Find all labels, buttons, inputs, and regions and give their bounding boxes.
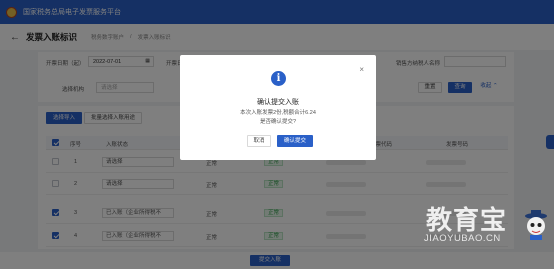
dialog-message: 本次入账发票2份,税额合计6.24: [240, 110, 316, 116]
confirm-submit-button[interactable]: 确认提交: [277, 135, 313, 147]
mascot-icon: [525, 210, 547, 240]
watermark-domain: JIAOYUBAO.CN: [424, 233, 501, 244]
close-icon[interactable]: ×: [359, 65, 364, 74]
confirm-dialog: × i 确认提交入账 本次入账发票2份,税额合计6.24 是否确认提交? 取消 …: [180, 55, 376, 160]
watermark: 教育宝 JIAOYUBAO.CN: [422, 200, 554, 269]
watermark-text: 教育宝: [426, 206, 508, 236]
dialog-title: 确认提交入账: [257, 99, 299, 106]
dialog-question: 是否确认提交?: [259, 119, 297, 125]
info-icon: i: [271, 71, 286, 86]
cancel-button[interactable]: 取消: [247, 135, 271, 147]
